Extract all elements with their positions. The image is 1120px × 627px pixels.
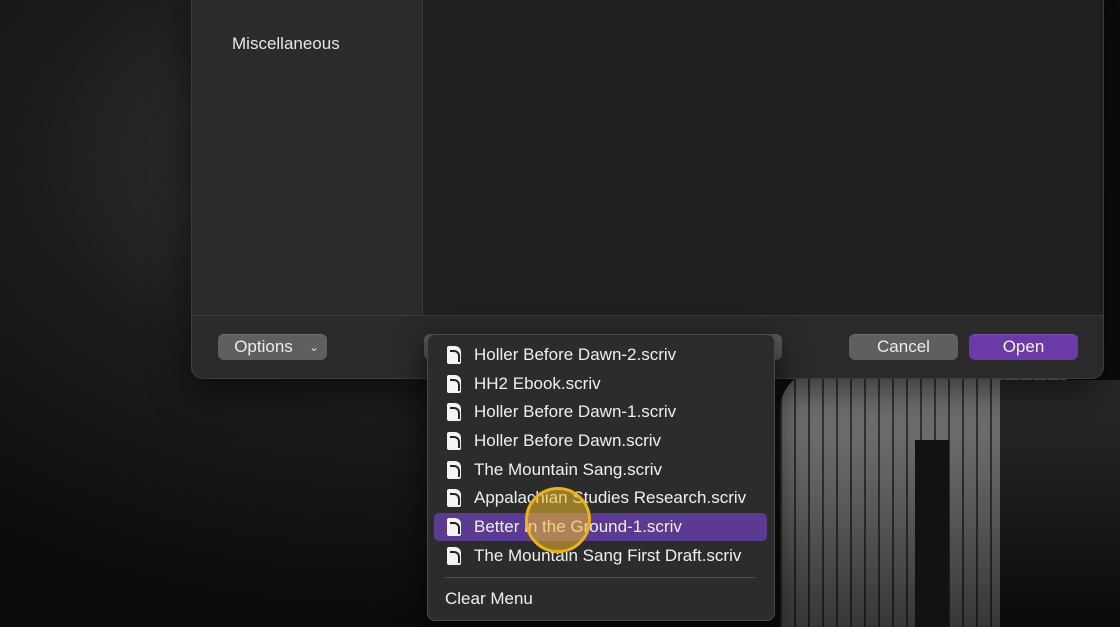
options-button-label: Options	[234, 337, 293, 356]
sidebar: Miscellaneous	[192, 0, 423, 315]
chevron-down-icon: ⌄	[308, 340, 319, 354]
menu-item[interactable]: Holler Before Dawn.scriv	[434, 427, 767, 455]
menu-separator	[445, 577, 755, 578]
scrivener-file-icon	[447, 432, 461, 450]
scrivener-file-icon	[447, 547, 461, 565]
scrivener-file-icon	[447, 403, 461, 421]
menu-item[interactable]: Appalachian Studies Research.scriv	[434, 484, 767, 512]
sidebar-item-miscellaneous[interactable]: Miscellaneous	[232, 34, 340, 54]
options-button[interactable]: Options ⌄	[218, 334, 327, 360]
background-shadow	[915, 440, 949, 627]
menu-item[interactable]: HH2 Ebook.scriv	[434, 370, 767, 398]
menu-item[interactable]: Holler Before Dawn-1.scriv	[434, 398, 767, 426]
scrivener-file-icon	[447, 518, 461, 536]
scrivener-file-icon	[447, 346, 461, 364]
background-dark-area	[1000, 380, 1120, 627]
menu-item[interactable]: The Mountain Sang First Draft.scriv	[434, 542, 767, 570]
click-indicator	[525, 487, 591, 553]
clear-menu-item[interactable]: Clear Menu	[445, 585, 533, 613]
recent-projects-menu: Holler Before Dawn-2.scriv HH2 Ebook.scr…	[427, 334, 775, 621]
scrivener-file-icon	[447, 375, 461, 393]
menu-item[interactable]: Holler Before Dawn-2.scriv	[434, 341, 767, 369]
menu-item[interactable]: The Mountain Sang.scriv	[434, 456, 767, 484]
file-list-area[interactable]	[423, 0, 1103, 315]
open-button[interactable]: Open	[969, 334, 1078, 360]
menu-item-selected[interactable]: Better in the Ground-1.scriv	[434, 513, 767, 541]
open-dialog: Miscellaneous Options ⌄ Cancel Open	[191, 0, 1104, 379]
scrivener-file-icon	[447, 461, 461, 479]
scrivener-file-icon	[447, 489, 461, 507]
cancel-button[interactable]: Cancel	[849, 334, 958, 360]
